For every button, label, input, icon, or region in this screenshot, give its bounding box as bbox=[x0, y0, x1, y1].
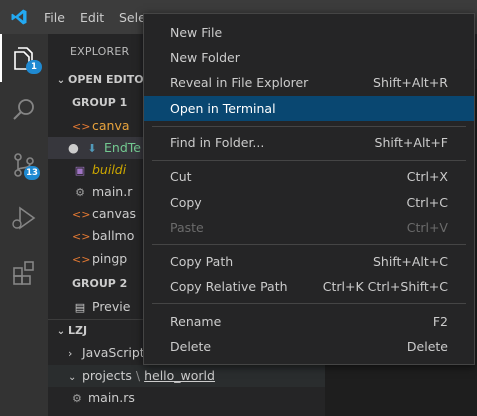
context-menu: New File New Folder Reveal in File Explo… bbox=[143, 13, 475, 365]
open-editor-item[interactable]: ⚙ main.r bbox=[72, 181, 132, 203]
menu-item-reveal-in-explorer[interactable]: Reveal in File Explorer Shift+Alt+R bbox=[144, 70, 474, 95]
group-1-label: GROUP 1 bbox=[72, 96, 128, 109]
menu-edit[interactable]: Edit bbox=[80, 10, 104, 25]
preview-icon: ▤ bbox=[74, 301, 86, 314]
folder-item[interactable]: ⌄ projects \ hello_world bbox=[68, 365, 215, 387]
open-editor-item-active[interactable]: ● ⬇ EndTe bbox=[68, 137, 141, 159]
open-editor-item[interactable]: <> pingp bbox=[72, 248, 127, 270]
menu-file[interactable]: File bbox=[44, 10, 65, 25]
open-editor-item[interactable]: <> canvas bbox=[72, 203, 136, 225]
html-file-icon: <> bbox=[72, 120, 91, 133]
open-editor-item[interactable]: ▣ buildi bbox=[72, 159, 126, 181]
chevron-down-icon: ⌄ bbox=[56, 326, 66, 337]
menu-separator bbox=[152, 160, 466, 161]
activity-bar: 1 13 bbox=[0, 34, 48, 416]
menu-item-new-file[interactable]: New File bbox=[144, 20, 474, 45]
open-editor-item[interactable]: ▤ Previe bbox=[72, 296, 131, 318]
menu-item-new-folder[interactable]: New Folder bbox=[144, 45, 474, 70]
rust-file-icon: ⚙ bbox=[75, 186, 85, 199]
menu-item-paste[interactable]: Paste Ctrl+V bbox=[144, 215, 474, 240]
html-file-icon: <> bbox=[72, 230, 91, 243]
menu-item-cut[interactable]: Cut Ctrl+X bbox=[144, 164, 474, 189]
explorer-badge: 1 bbox=[26, 60, 42, 74]
chevron-down-icon: ⌄ bbox=[68, 372, 77, 383]
menu-item-copy-path[interactable]: Copy Path Shift+Alt+C bbox=[144, 249, 474, 274]
unsaved-dot-icon: ● bbox=[68, 140, 79, 155]
sidebar-title: EXPLORER bbox=[70, 45, 130, 58]
menu-item-copy[interactable]: Copy Ctrl+C bbox=[144, 190, 474, 215]
image-file-icon: ▣ bbox=[74, 164, 86, 177]
menu-item-rename[interactable]: Rename F2 bbox=[144, 309, 474, 334]
source-control-icon[interactable]: 13 bbox=[8, 149, 40, 181]
folder-item[interactable]: › JavaScript bbox=[68, 342, 145, 364]
extensions-icon[interactable] bbox=[8, 256, 40, 288]
html-file-icon: <> bbox=[72, 208, 91, 221]
menu-separator bbox=[152, 244, 466, 245]
menu-item-delete[interactable]: Delete Delete bbox=[144, 334, 474, 359]
active-indicator bbox=[0, 34, 2, 82]
search-icon[interactable] bbox=[8, 94, 40, 126]
menu-separator bbox=[152, 126, 466, 127]
file-item[interactable]: ⚙ main.rs bbox=[72, 387, 135, 409]
menu-item-copy-relative-path[interactable]: Copy Relative Path Ctrl+K Ctrl+Shift+C bbox=[144, 274, 474, 299]
chevron-right-icon: › bbox=[68, 347, 73, 360]
download-file-icon: ⬇ bbox=[87, 142, 97, 155]
run-debug-icon[interactable] bbox=[8, 202, 40, 234]
chevron-down-icon: ⌄ bbox=[56, 75, 66, 86]
rust-file-icon: ⚙ bbox=[72, 392, 82, 405]
vscode-logo-icon bbox=[11, 9, 27, 25]
explorer-icon[interactable]: 1 bbox=[8, 42, 42, 74]
open-editor-item[interactable]: <> ballmo bbox=[72, 225, 134, 247]
open-editor-item[interactable]: <> canva bbox=[72, 115, 130, 137]
scm-badge: 13 bbox=[24, 166, 40, 180]
menu-item-open-in-terminal[interactable]: Open in Terminal bbox=[144, 96, 474, 121]
menu-selection[interactable]: Sele bbox=[119, 10, 146, 25]
menu-item-find-in-folder[interactable]: Find in Folder... Shift+Alt+F bbox=[144, 130, 474, 155]
group-2-label: GROUP 2 bbox=[72, 277, 128, 290]
menu-separator bbox=[152, 303, 466, 304]
html-file-icon: <> bbox=[72, 253, 91, 266]
